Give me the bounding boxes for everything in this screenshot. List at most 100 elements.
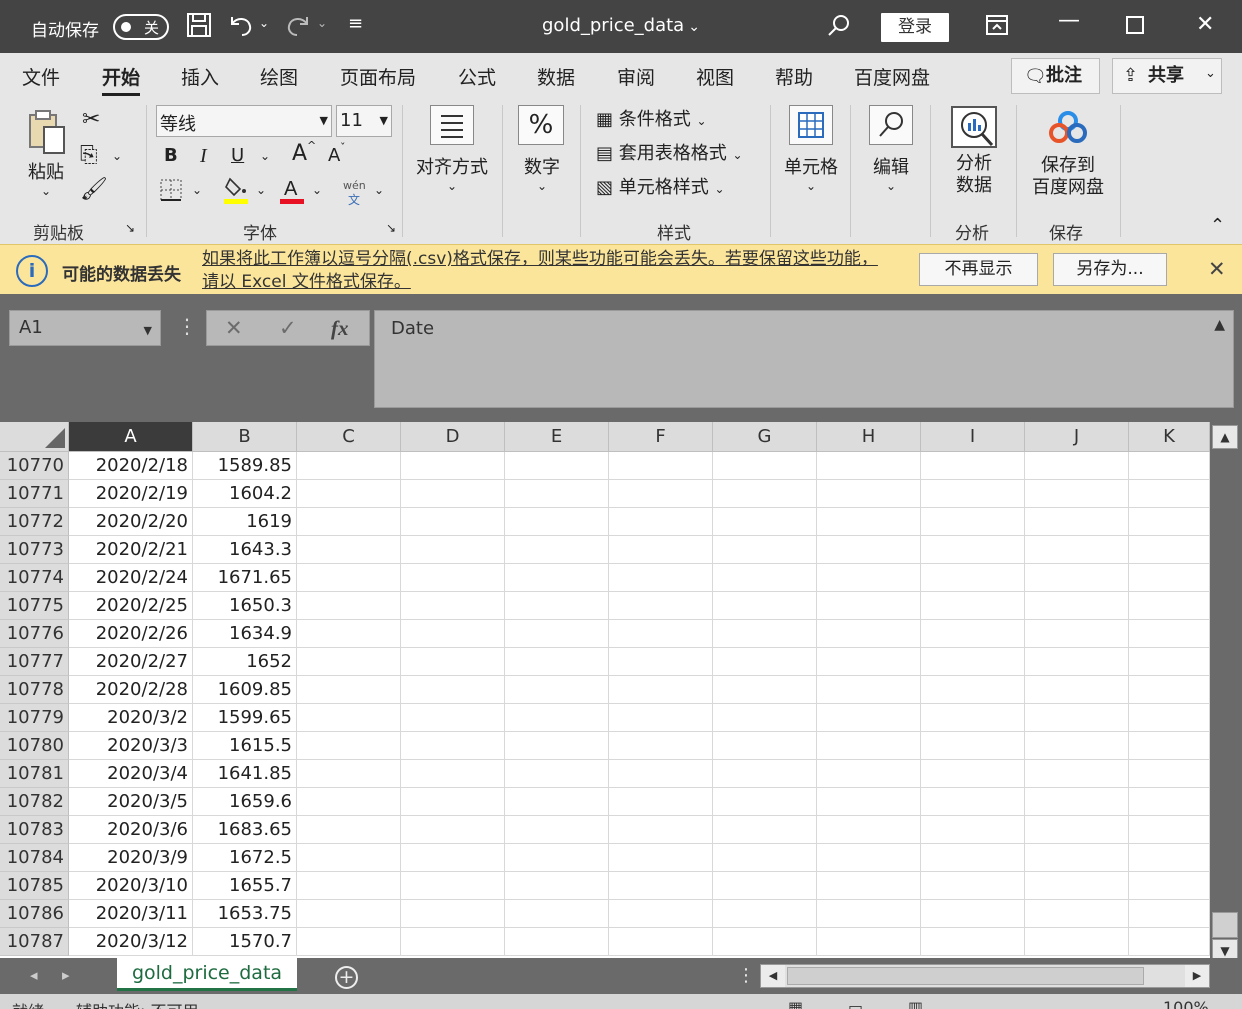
row-header[interactable]: 10771 <box>0 480 69 508</box>
cell-c[interactable] <box>297 704 401 732</box>
cell-i[interactable] <box>921 872 1025 900</box>
cell-a[interactable]: 2020/2/24 <box>69 564 193 592</box>
cell-f[interactable] <box>609 592 713 620</box>
cell-h[interactable] <box>817 676 921 704</box>
cell-i[interactable] <box>921 928 1025 956</box>
tab-draw[interactable]: 绘图 <box>260 63 298 90</box>
cell-f[interactable] <box>609 816 713 844</box>
cell-c[interactable] <box>297 788 401 816</box>
cell-j[interactable] <box>1025 900 1129 928</box>
cells-button[interactable]: 单元格 ⌄ <box>780 105 842 193</box>
cell-d[interactable] <box>401 732 505 760</box>
cell-i[interactable] <box>921 564 1025 592</box>
cell-g[interactable] <box>713 900 817 928</box>
cell-b[interactable]: 1643.3 <box>193 536 297 564</box>
cell-g[interactable] <box>713 452 817 480</box>
enter-icon[interactable]: ✓ <box>279 316 297 340</box>
cell-d[interactable] <box>401 620 505 648</box>
cell-j[interactable] <box>1025 704 1129 732</box>
cell-c[interactable] <box>297 676 401 704</box>
cell-f[interactable] <box>609 928 713 956</box>
cell-k[interactable] <box>1129 480 1210 508</box>
cell-e[interactable] <box>505 452 609 480</box>
cell-a[interactable]: 2020/2/19 <box>69 480 193 508</box>
cell-i[interactable] <box>921 704 1025 732</box>
cut-icon[interactable]: ✂ <box>82 107 100 132</box>
cell-i[interactable] <box>921 844 1025 872</box>
cell-a[interactable]: 2020/3/9 <box>69 844 193 872</box>
cell-a[interactable]: 2020/3/10 <box>69 872 193 900</box>
cell-i[interactable] <box>921 536 1025 564</box>
cell-h[interactable] <box>817 872 921 900</box>
row-header[interactable]: 10778 <box>0 676 69 704</box>
undo-dropdown-icon[interactable]: ⌄ <box>259 16 269 30</box>
cell-f[interactable] <box>609 732 713 760</box>
cell-j[interactable] <box>1025 872 1129 900</box>
column-header-i[interactable]: I <box>921 422 1025 452</box>
cell-a[interactable]: 2020/3/2 <box>69 704 193 732</box>
cell-k[interactable] <box>1129 564 1210 592</box>
cell-c[interactable] <box>297 732 401 760</box>
cell-k[interactable] <box>1129 620 1210 648</box>
vertical-scrollbar[interactable]: ▲ ▼ <box>1210 422 1242 963</box>
cell-b[interactable]: 1655.7 <box>193 872 297 900</box>
cell-b[interactable]: 1604.2 <box>193 480 297 508</box>
warning-message[interactable]: 如果将此工作簿以逗号分隔(.csv)格式保存，则某些功能可能会丢失。若要保留这些… <box>202 248 892 294</box>
cell-h[interactable] <box>817 536 921 564</box>
save-icon[interactable] <box>186 12 212 44</box>
tab-view[interactable]: 视图 <box>696 63 734 90</box>
chevron-down-icon[interactable]: ⌄ <box>192 183 202 197</box>
cell-d[interactable] <box>401 900 505 928</box>
cell-k[interactable] <box>1129 900 1210 928</box>
cell-a[interactable]: 2020/2/27 <box>69 648 193 676</box>
cell-k[interactable] <box>1129 732 1210 760</box>
row-header[interactable]: 10784 <box>0 844 69 872</box>
cell-c[interactable] <box>297 844 401 872</box>
cell-e[interactable] <box>505 480 609 508</box>
cell-i[interactable] <box>921 788 1025 816</box>
cell-k[interactable] <box>1129 592 1210 620</box>
cell-h[interactable] <box>817 760 921 788</box>
cell-h[interactable] <box>817 844 921 872</box>
cell-b[interactable]: 1599.65 <box>193 704 297 732</box>
row-header[interactable]: 10773 <box>0 536 69 564</box>
shrink-font-button[interactable]: A <box>328 145 340 166</box>
cell-k[interactable] <box>1129 704 1210 732</box>
number-format-button[interactable]: % 数字 ⌄ <box>513 105 571 193</box>
cell-j[interactable] <box>1025 732 1129 760</box>
maximize-icon[interactable] <box>1126 15 1144 40</box>
scroll-thumb[interactable] <box>787 967 1144 985</box>
cell-f[interactable] <box>609 480 713 508</box>
sheet-tab-active[interactable]: gold_price_data <box>117 958 297 991</box>
autosave-toggle[interactable]: 关 <box>113 14 169 40</box>
comments-button[interactable]: 🗨 批注 <box>1011 58 1100 94</box>
cell-h[interactable] <box>817 564 921 592</box>
cell-d[interactable] <box>401 760 505 788</box>
sheet-prev-icon[interactable]: ◂ <box>30 966 38 984</box>
cell-h[interactable] <box>817 452 921 480</box>
cell-e[interactable] <box>505 564 609 592</box>
cell-j[interactable] <box>1025 564 1129 592</box>
cell-e[interactable] <box>505 816 609 844</box>
cell-c[interactable] <box>297 928 401 956</box>
chevron-down-icon[interactable]: ⌄ <box>256 183 266 197</box>
cell-h[interactable] <box>817 900 921 928</box>
cell-i[interactable] <box>921 508 1025 536</box>
cell-i[interactable] <box>921 480 1025 508</box>
cell-d[interactable] <box>401 480 505 508</box>
add-sheet-icon[interactable]: + <box>335 966 358 989</box>
tab-help[interactable]: 帮助 <box>775 63 813 90</box>
login-button[interactable]: 登录 <box>881 13 949 42</box>
cell-i[interactable] <box>921 816 1025 844</box>
cell-d[interactable] <box>401 564 505 592</box>
cell-d[interactable] <box>401 928 505 956</box>
cell-e[interactable] <box>505 648 609 676</box>
cell-f[interactable] <box>609 788 713 816</box>
cell-b[interactable]: 1634.9 <box>193 620 297 648</box>
chevron-down-icon[interactable]: ⌄ <box>374 183 384 197</box>
cell-e[interactable] <box>505 872 609 900</box>
chevron-down-icon[interactable]: ⌄ <box>112 149 122 163</box>
cell-i[interactable] <box>921 592 1025 620</box>
column-header-c[interactable]: C <box>297 422 401 452</box>
column-header-e[interactable]: E <box>505 422 609 452</box>
